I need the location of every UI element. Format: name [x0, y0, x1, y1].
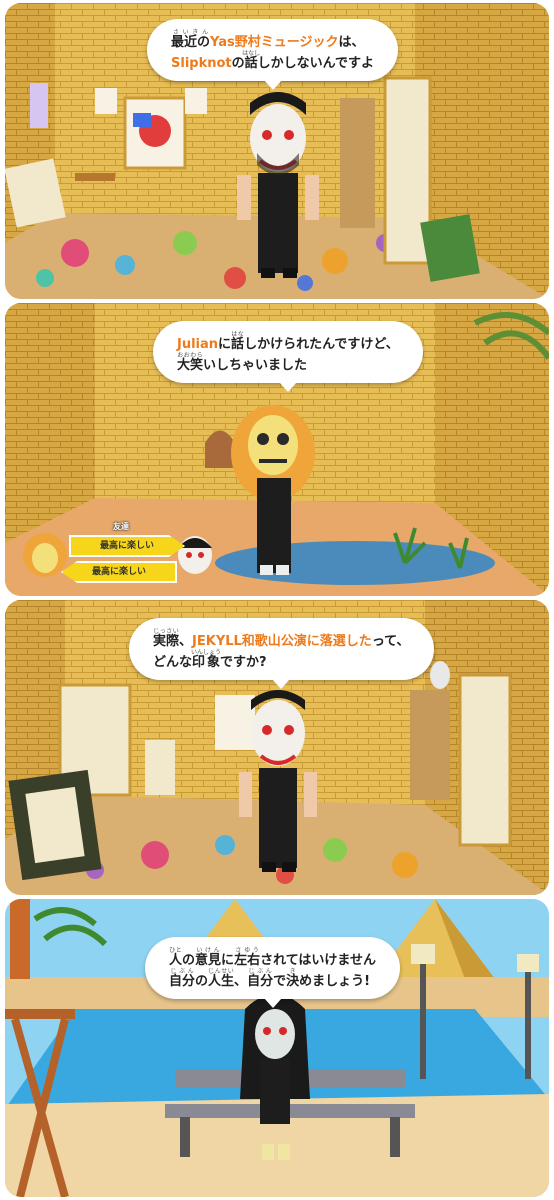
furigana-word: 最近のさいきん [171, 29, 211, 50]
speech-bubble: 最近のさいきんYas野村ミュージックは、 Slipknotの話はなししかしないん… [147, 19, 399, 90]
furigana-word: 自分じぶん [247, 968, 274, 989]
comic-panel-2: Julianに話はなしかけられたんですけど、 大笑おおわらいしちゃいました 友達… [5, 303, 549, 596]
bubble-line-1: 最近のさいきんYas野村ミュージックは、 [171, 29, 374, 50]
text-segment: しかけられたんですけど、 [244, 337, 399, 352]
furigana-word: 話はなし [242, 50, 261, 71]
text-segment: されてはいけません [260, 953, 377, 968]
comic-panel-4: 人ひとの意見いけんに左右さゆうされてはいけません 自分じぶんの人生じんせい、自分… [5, 899, 549, 1197]
furigana-word: 実際じっさい [153, 628, 180, 649]
text-segment: の [182, 953, 196, 968]
friend-avatar-right [178, 536, 212, 574]
furigana-word: 決き [286, 968, 300, 989]
relationship-arrow-left: 最高に楽しい [61, 561, 177, 583]
comic-panel-1: 最近のさいきんYas野村ミュージックは、 Slipknotの話はなししかしないん… [5, 3, 549, 299]
highlighted-text: Slipknot [171, 56, 232, 71]
highlighted-text: Yas野村ミュージック [210, 35, 339, 50]
friend-avatar-left [23, 533, 67, 577]
furigana-word: 大笑おおわら [177, 352, 204, 373]
highlighted-text: Julian [177, 337, 219, 352]
text-segment: って、 [371, 634, 410, 649]
text-segment: で [273, 974, 287, 989]
furigana-word: 印象いんしょう [191, 649, 222, 670]
text-segment: 、 [234, 974, 248, 989]
comic-panel-3: 実際じっさい、JEKYLL和歌山公演に落選したって、 どんな印象いんしょうですか… [5, 600, 549, 895]
furigana-word: 人生じんせい [208, 968, 235, 989]
speech-bubble: Julianに話はなしかけられたんですけど、 大笑おおわらいしちゃいました [153, 321, 423, 392]
speech-bubble: 実際じっさい、JEKYLL和歌山公演に落選したって、 どんな印象いんしょうですか… [129, 618, 434, 689]
relationship-label: 友達 [113, 522, 129, 531]
text-segment: めましょう! [299, 974, 371, 989]
bubble-line-1: 実際じっさい、JEKYLL和歌山公演に落選したって、 [153, 628, 410, 649]
text-segment: ですか? [220, 655, 267, 670]
text-segment: は、 [338, 35, 365, 50]
bubble-line-2: 自分じぶんの人生じんせい、自分じぶんで決きめましょう! [169, 968, 376, 989]
text-segment: どんな [153, 655, 193, 670]
bubble-line-2: Slipknotの話はなししかしないんですよ [171, 50, 374, 71]
bubble-line-2: 大笑おおわらいしちゃいました [177, 352, 399, 373]
text-segment: 、 [179, 634, 193, 649]
speech-bubble: 人ひとの意見いけんに左右さゆうされてはいけません 自分じぶんの人生じんせい、自分… [145, 937, 401, 1008]
text-segment: しかしないんですよ [257, 56, 375, 71]
furigana-word: 話はな [231, 331, 245, 352]
highlighted-text: JEKYLL和歌山公演に落選した [192, 634, 372, 649]
furigana-word: 人ひと [169, 947, 183, 968]
bubble-line-2: どんな印象いんしょうですか? [153, 649, 410, 670]
relationship-arrow-right: 最高に楽しい [69, 535, 185, 557]
text-segment: の [195, 974, 209, 989]
furigana-word: 自分じぶん [169, 968, 196, 989]
bubble-line-1: Julianに話はなしかけられたんですけど、 [177, 331, 399, 352]
text-segment: に [221, 953, 235, 968]
furigana-word: 意見いけん [195, 947, 222, 968]
text-segment: に [218, 337, 232, 352]
furigana-word: 左右さゆう [234, 947, 261, 968]
text-segment: いしちゃいました [203, 358, 308, 373]
bubble-line-1: 人ひとの意見いけんに左右さゆうされてはいけません [169, 947, 376, 968]
